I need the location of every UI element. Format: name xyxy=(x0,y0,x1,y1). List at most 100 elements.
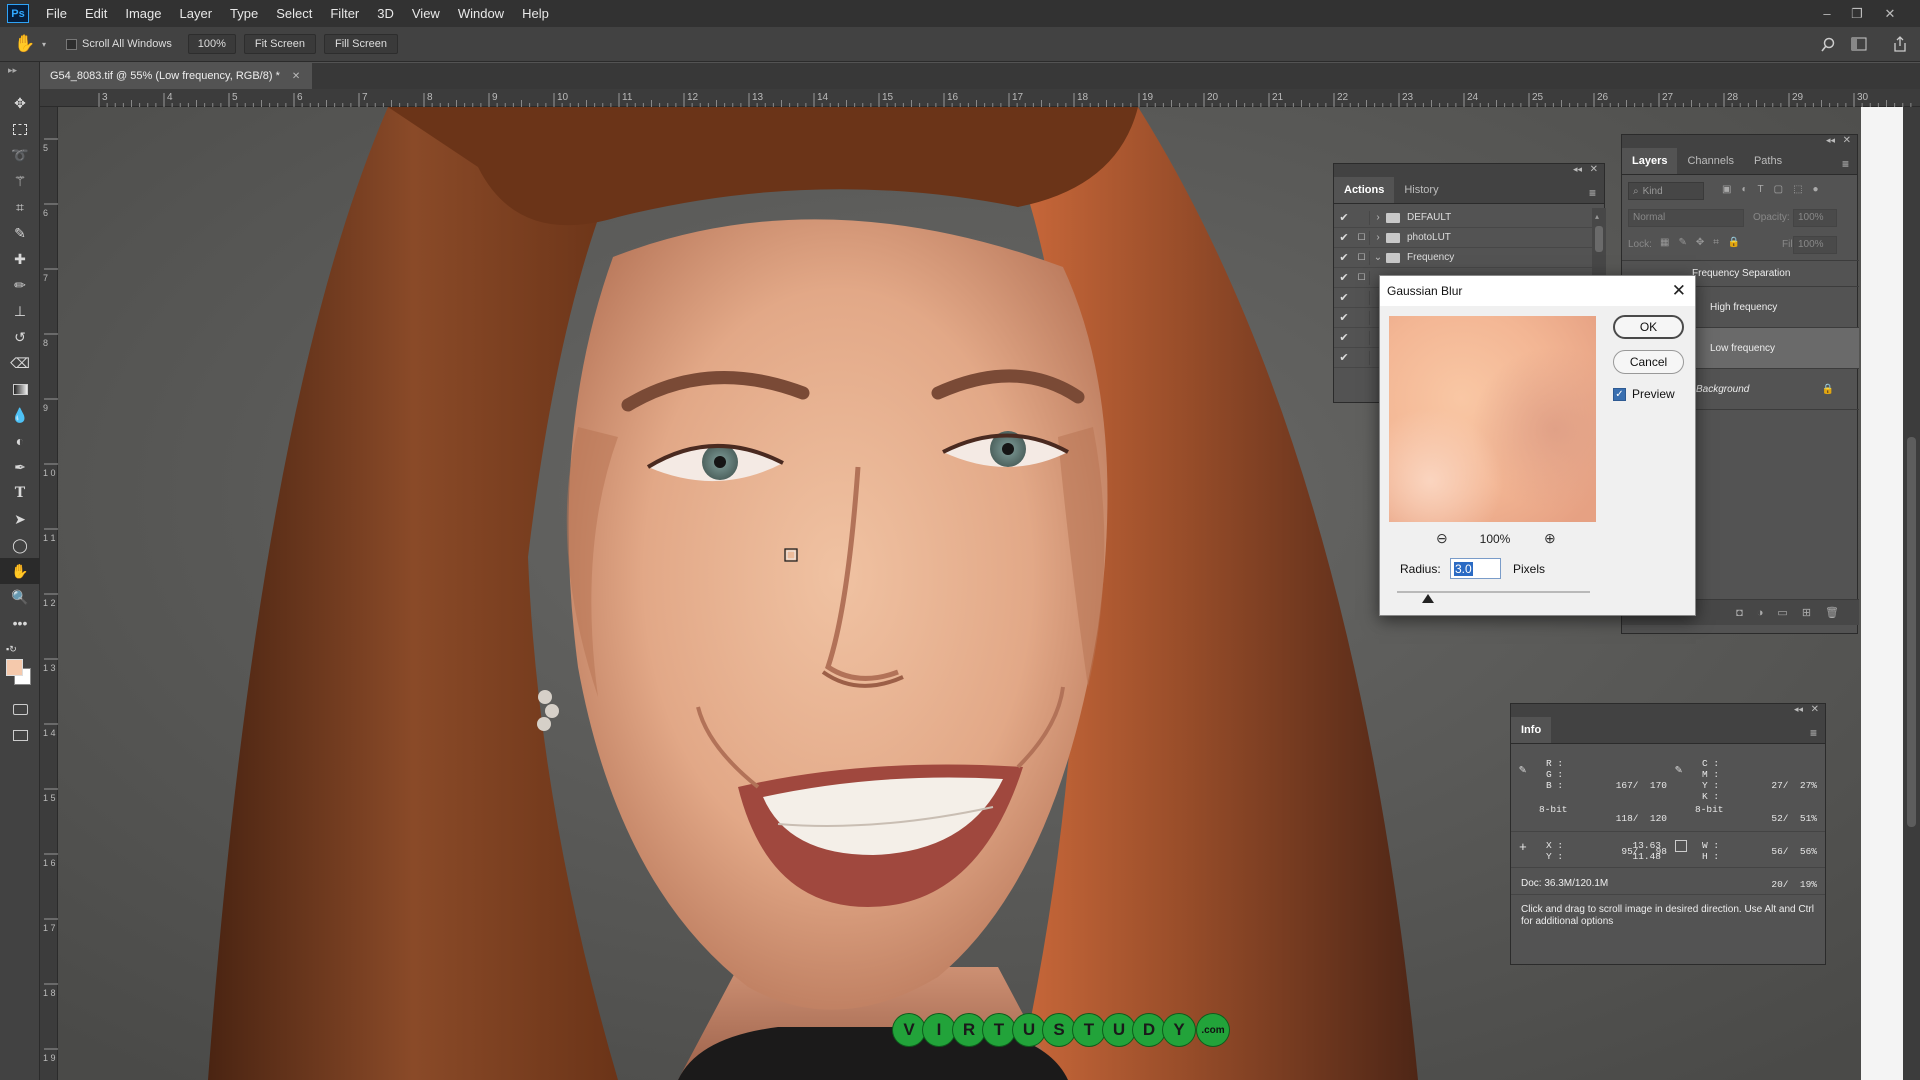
menu-3d[interactable]: 3D xyxy=(368,0,403,27)
ellipse-tool-icon[interactable]: ◯ xyxy=(0,532,40,558)
toggle-check-icon[interactable]: ✔ xyxy=(1334,271,1354,284)
cancel-button[interactable]: Cancel xyxy=(1613,350,1684,374)
zoom-out-icon[interactable]: ⊖ xyxy=(1436,530,1448,547)
smart-object-filter-icon[interactable]: ⬚ xyxy=(1793,184,1802,195)
hand-tool-icon[interactable]: ✋ xyxy=(0,558,40,584)
close-icon[interactable]: ✕ xyxy=(292,71,300,82)
dialog-title-bar[interactable]: Gaussian Blur ✕ xyxy=(1380,276,1695,306)
dialog-toggle-icon[interactable]: ☐ xyxy=(1354,250,1370,265)
menu-type[interactable]: Type xyxy=(221,0,267,27)
dialog-toggle-icon[interactable] xyxy=(1354,290,1370,305)
more-tools-icon[interactable]: ••• xyxy=(0,610,40,636)
radius-input[interactable]: 3.0 xyxy=(1450,558,1501,579)
blend-mode-select[interactable]: Normal xyxy=(1628,209,1744,227)
lock-all-icon[interactable]: 🔒 xyxy=(1728,237,1740,248)
new-group-icon[interactable]: ▭ xyxy=(1777,606,1787,619)
marquee-tool-icon[interactable] xyxy=(0,116,40,142)
brush-tool-icon[interactable]: ✏ xyxy=(0,272,40,298)
close-icon[interactable]: ✕ xyxy=(1590,164,1598,175)
lasso-tool-icon[interactable]: ➰ xyxy=(0,142,40,168)
fit-screen-button[interactable]: Fit Screen xyxy=(243,34,316,54)
radius-slider-thumb[interactable] xyxy=(1421,594,1434,603)
menu-window[interactable]: Window xyxy=(449,0,513,27)
toggle-check-icon[interactable]: ✔ xyxy=(1334,211,1354,224)
close-icon[interactable]: ✕ xyxy=(1843,135,1851,146)
dialog-toggle-icon[interactable] xyxy=(1354,310,1370,325)
toggle-check-icon[interactable]: ✔ xyxy=(1334,331,1354,344)
eyedropper-icon[interactable]: ✎ xyxy=(1675,762,1689,777)
menu-filter[interactable]: Filter xyxy=(321,0,368,27)
zoom-tool-icon[interactable]: 🔍 xyxy=(0,584,40,610)
default-colors-icon[interactable]: ▪↻ xyxy=(6,644,17,655)
tab-channels[interactable]: Channels xyxy=(1677,148,1743,174)
shape-filter-icon[interactable]: ▢ xyxy=(1774,184,1783,195)
dialog-toggle-icon[interactable]: ☐ xyxy=(1354,270,1370,285)
checkbox-icon[interactable] xyxy=(66,38,77,50)
path-selection-tool-icon[interactable]: ➤ xyxy=(0,506,40,532)
document-tab[interactable]: G54_8083.tif @ 55% (Low frequency, RGB/8… xyxy=(40,63,313,89)
ok-button[interactable]: OK xyxy=(1613,315,1684,339)
lock-position-icon[interactable]: ✥ xyxy=(1696,237,1704,248)
action-set-row[interactable]: ✔ › DEFAULT xyxy=(1334,208,1592,228)
foreground-color-swatch[interactable] xyxy=(6,659,23,676)
type-tool-icon[interactable]: T xyxy=(0,480,40,506)
eyedropper-icon[interactable]: ✎ xyxy=(1519,762,1533,777)
opacity-input[interactable]: 100% xyxy=(1793,209,1837,227)
type-filter-icon[interactable]: T xyxy=(1758,184,1764,195)
action-set-row[interactable]: ✔ ☐ › photoLUT xyxy=(1334,228,1592,248)
adjustment-layer-icon[interactable]: ◑ xyxy=(1757,607,1764,619)
menu-file[interactable]: File xyxy=(37,0,76,27)
close-window-button[interactable]: ✕ xyxy=(1874,0,1906,27)
menu-edit[interactable]: Edit xyxy=(76,0,116,27)
adjustment-filter-icon[interactable]: ◐ xyxy=(1741,184,1747,195)
eraser-tool-icon[interactable]: ⌫ xyxy=(0,350,40,376)
share-icon[interactable] xyxy=(1893,36,1907,52)
lock-pixels-icon[interactable]: ✎ xyxy=(1678,237,1686,248)
healing-brush-tool-icon[interactable]: ✚ xyxy=(0,246,40,272)
preview-checkbox[interactable]: ✓ Preview xyxy=(1613,387,1675,401)
collapse-icon[interactable]: ◂◂ xyxy=(1826,135,1835,146)
radius-slider-track[interactable] xyxy=(1397,591,1590,593)
blur-tool-icon[interactable]: 💧 xyxy=(0,402,40,428)
dialog-toggle-icon[interactable] xyxy=(1354,210,1370,225)
blur-preview[interactable] xyxy=(1389,316,1596,522)
chevron-down-icon[interactable]: ▾ xyxy=(42,40,56,49)
tab-history[interactable]: History xyxy=(1394,177,1448,203)
checkbox-checked-icon[interactable]: ✓ xyxy=(1613,387,1626,401)
dodge-tool-icon[interactable]: ◐ xyxy=(0,428,40,454)
toggle-check-icon[interactable]: ✔ xyxy=(1334,251,1354,264)
panel-menu-icon[interactable]: ≡ xyxy=(1842,157,1849,171)
chevron-right-icon[interactable]: › xyxy=(1370,232,1386,243)
scrollbar-thumb[interactable] xyxy=(1907,437,1916,827)
delete-layer-icon[interactable]: 🗑 xyxy=(1825,606,1839,619)
menu-help[interactable]: Help xyxy=(513,0,558,27)
history-brush-tool-icon[interactable]: ↺ xyxy=(0,324,40,350)
scrollbar-thumb[interactable] xyxy=(1595,226,1603,252)
menu-view[interactable]: View xyxy=(403,0,449,27)
menu-image[interactable]: Image xyxy=(116,0,170,27)
close-icon[interactable]: ✕ xyxy=(1811,704,1819,715)
chevron-down-icon[interactable]: ⌄ xyxy=(1370,252,1386,263)
tab-info[interactable]: Info xyxy=(1511,717,1552,743)
search-icon[interactable] xyxy=(1820,37,1836,53)
clone-stamp-tool-icon[interactable]: ⊥ xyxy=(0,298,40,324)
toggle-check-icon[interactable]: ✔ xyxy=(1334,351,1354,364)
filter-toggle-icon[interactable]: ● xyxy=(1813,184,1819,195)
collapse-icon[interactable]: ◂◂ xyxy=(1573,164,1582,175)
fill-input[interactable]: 100% xyxy=(1793,236,1837,254)
zoom-100-button[interactable]: 100% xyxy=(187,34,236,54)
toolbar-collapse-icon[interactable]: ▸▸ xyxy=(0,62,39,90)
dialog-toggle-icon[interactable]: ☐ xyxy=(1354,230,1370,245)
pen-tool-icon[interactable]: ✒ xyxy=(0,454,40,480)
add-mask-icon[interactable]: ◘ xyxy=(1736,607,1743,619)
toggle-check-icon[interactable]: ✔ xyxy=(1334,291,1354,304)
move-tool-icon[interactable]: ✥ xyxy=(0,90,40,116)
gradient-tool-icon[interactable] xyxy=(0,376,40,402)
layer-filter-kind[interactable]: ⌕ Kind xyxy=(1628,182,1704,200)
close-icon[interactable]: ✕ xyxy=(1672,281,1686,301)
toggle-check-icon[interactable]: ✔ xyxy=(1334,311,1354,324)
panel-menu-icon[interactable]: ≡ xyxy=(1810,726,1817,740)
restore-button[interactable]: ❐ xyxy=(1841,0,1873,27)
dialog-toggle-icon[interactable] xyxy=(1354,330,1370,345)
menu-select[interactable]: Select xyxy=(267,0,321,27)
